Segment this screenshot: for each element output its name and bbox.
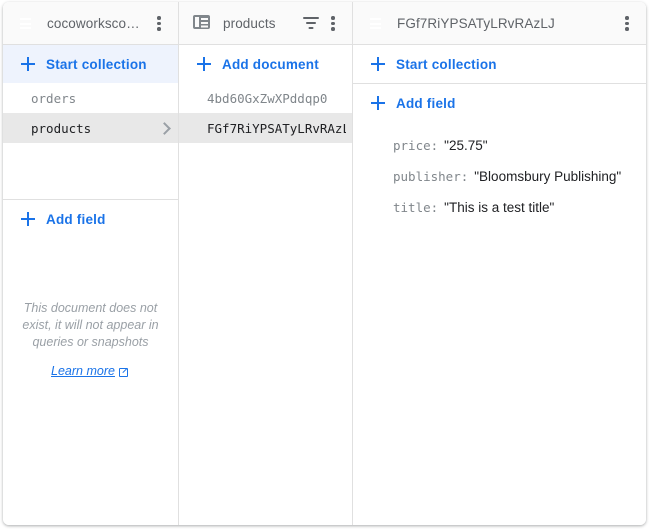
field-row[interactable]: title: "This is a test title"	[353, 192, 646, 223]
plus-icon	[197, 57, 211, 71]
firestore-data-browser: cocoworksco… Start collection orders pro…	[3, 2, 646, 525]
document-add-field-button[interactable]: Add field	[353, 84, 646, 122]
collection-list: orders products	[3, 83, 178, 143]
root-panel: cocoworksco… Start collection orders pro…	[3, 2, 179, 525]
field-value: "Bloomsbury Publishing"	[474, 169, 622, 184]
collection-panel-header: products	[179, 2, 352, 45]
plus-icon	[21, 57, 35, 71]
collection-kebab-menu-icon[interactable]	[322, 11, 344, 35]
filter-icon[interactable]	[300, 11, 322, 35]
document-start-collection-label: Start collection	[396, 56, 497, 72]
root-list-spacer	[3, 143, 178, 199]
field-value: "25.75"	[444, 138, 488, 153]
field-key: price:	[393, 138, 439, 153]
document-list-item[interactable]: 4bd60GxZwXPddqp0	[179, 83, 352, 113]
learn-more-link[interactable]: Learn more	[51, 363, 130, 380]
learn-more-label: Learn more	[51, 364, 115, 378]
document-icon	[367, 14, 385, 32]
field-value: "This is a test title"	[444, 200, 555, 215]
collection-icon	[193, 14, 211, 32]
add-document-label: Add document	[222, 56, 319, 72]
document-id: 4bd60GxZwXPddqp0	[207, 90, 328, 106]
root-kebab-menu-icon[interactable]	[148, 11, 170, 35]
collection-name: products	[31, 120, 92, 136]
field-row[interactable]: publisher: "Bloomsbury Publishing"	[353, 161, 646, 192]
collection-name: orders	[31, 90, 77, 106]
document-panel-header: FGf7RiYPSATyLRvRAzLJ	[353, 2, 646, 45]
document-start-collection-button[interactable]: Start collection	[353, 45, 646, 83]
root-panel-header: cocoworksco…	[3, 2, 178, 45]
document-panel-title: FGf7RiYPSATyLRvRAzLJ	[397, 15, 555, 31]
field-list: price: "25.75" publisher: "Bloomsbury Pu…	[353, 122, 646, 223]
document-icon	[17, 14, 35, 32]
collection-list-item-orders[interactable]: orders	[3, 83, 178, 113]
start-collection-button[interactable]: Start collection	[3, 45, 178, 83]
external-link-icon	[118, 366, 130, 377]
plus-icon	[371, 57, 385, 71]
start-collection-label: Start collection	[46, 56, 147, 72]
document-id: FGf7RiYPSATyLRvRAzLJ	[207, 120, 346, 136]
add-field-button[interactable]: Add field	[3, 200, 178, 238]
field-key: publisher:	[393, 169, 469, 184]
document-list-item-selected[interactable]: FGf7RiYPSATyLRvRAzLJ	[179, 113, 352, 143]
document-add-field-label: Add field	[396, 95, 456, 111]
plus-icon	[21, 212, 35, 226]
document-list: 4bd60GxZwXPddqp0 FGf7RiYPSATyLRvRAzLJ	[179, 83, 352, 143]
collection-panel-title: products	[223, 15, 276, 31]
root-panel-title: cocoworksco…	[47, 15, 140, 31]
add-field-label: Add field	[46, 211, 106, 227]
add-document-button[interactable]: Add document	[179, 45, 352, 83]
field-key: title:	[393, 200, 439, 215]
document-kebab-menu-icon[interactable]	[616, 11, 638, 35]
plus-icon	[371, 96, 385, 110]
chevron-right-icon	[158, 121, 172, 135]
document-missing-notice: This document does not exist, it will no…	[17, 300, 164, 380]
notice-text: This document does not exist, it will no…	[22, 301, 159, 349]
field-row[interactable]: price: "25.75"	[353, 130, 646, 161]
collection-panel: products Add document 4bd60GxZwXPddqp0 F…	[179, 2, 353, 525]
document-panel: FGf7RiYPSATyLRvRAzLJ Start collection Ad…	[353, 2, 646, 525]
collection-list-item-products[interactable]: products	[3, 113, 178, 143]
